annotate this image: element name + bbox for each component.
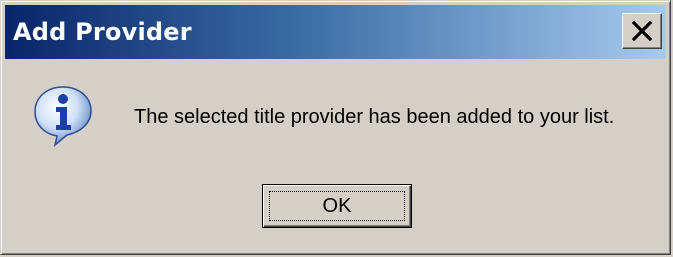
information-icon [31,83,95,147]
window-title: Add Provider [13,18,192,46]
close-button[interactable] [622,13,662,49]
ok-button[interactable]: OK [262,184,412,228]
dialog-message: The selected title provider has been add… [134,106,615,128]
message-dialog: Add Provider The selected title provider… [0,0,671,255]
close-icon [632,21,652,41]
title-bar[interactable]: Add Provider [5,5,666,59]
ok-button-label: OK [322,195,352,217]
